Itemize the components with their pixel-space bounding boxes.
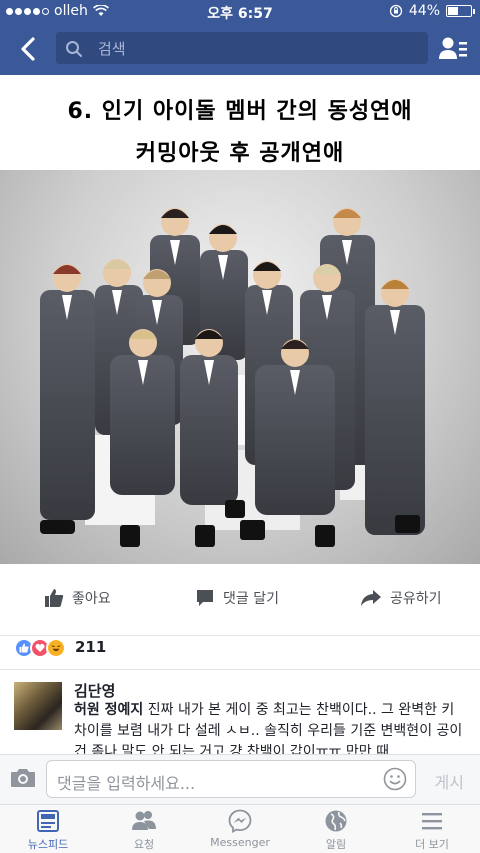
camera-icon[interactable]: [10, 767, 36, 789]
friend-requests-icon: [132, 811, 156, 830]
status-bar: olleh 오후 6:57 44%: [0, 0, 480, 22]
tagged-names[interactable]: 허원 정예지: [74, 702, 143, 718]
messenger-icon: [228, 809, 252, 833]
tab-label: 뉴스피드: [27, 838, 69, 851]
post-photo[interactable]: [0, 170, 480, 564]
avatar[interactable]: [14, 682, 62, 730]
tab-bar: 뉴스피드 요청 Messenger 알림 더 보기: [0, 804, 480, 853]
tab-more[interactable]: 더 보기: [384, 809, 480, 852]
reactions-summary[interactable]: 211: [0, 636, 480, 670]
tab-label: 알림: [325, 838, 347, 851]
comment-author[interactable]: 김단영: [74, 680, 115, 701]
tab-notifications[interactable]: 알림: [288, 809, 384, 852]
comment-item: 김단영 허원 정예지 진짜 내가 본 게이 중 최고는 찬백이다.. 그 완벽한…: [0, 670, 480, 756]
post-actions: 좋아요 댓글 달기 공유하기: [0, 564, 480, 636]
like-label: 좋아요: [72, 591, 111, 607]
battery-icon: [446, 5, 475, 17]
navigation-bar: 검색: [0, 22, 480, 75]
tab-messenger[interactable]: Messenger: [192, 809, 288, 849]
search-icon: [66, 41, 82, 57]
battery-percent: 44%: [408, 3, 440, 19]
like-button[interactable]: 좋아요: [44, 588, 111, 608]
post-caption: 6. 인기 아이돌 멤버 간의 동성연애 커밍아웃 후 공개연애: [0, 75, 480, 170]
tab-label: 요청: [133, 838, 155, 851]
group-photo-illustration: [40, 208, 425, 547]
back-icon[interactable]: [14, 34, 44, 64]
thumbs-up-icon: [45, 589, 64, 607]
menu-icon: [422, 813, 442, 830]
globe-icon: [325, 810, 347, 832]
reaction-count: 211: [75, 638, 107, 656]
haha-reaction-icon: [46, 638, 66, 658]
caption-line-1: 6. 인기 아이돌 멤버 간의 동성연애: [67, 99, 413, 124]
comment-text-block: 허원 정예지 진짜 내가 본 게이 중 최고는 찬백이다.. 그 완벽한 키 차…: [74, 700, 469, 756]
rotation-lock-icon: [389, 4, 403, 18]
comment-composer: 댓글을 입력하세요... 게시: [0, 754, 480, 804]
friends-list-icon[interactable]: [438, 35, 468, 63]
reaction-icons: [14, 638, 66, 658]
caption-line-2: 커밍아웃 후 공개연애: [135, 141, 345, 166]
tab-requests[interactable]: 요청: [96, 809, 192, 852]
comment-button[interactable]: 댓글 달기: [195, 588, 279, 608]
comment-icon: [197, 590, 213, 606]
comment-input[interactable]: 댓글을 입력하세요...: [46, 760, 416, 798]
tab-newsfeed[interactable]: 뉴스피드: [0, 809, 96, 852]
comment-label: 댓글 달기: [223, 591, 279, 607]
tab-label: 더 보기: [415, 838, 449, 851]
emoji-icon[interactable]: [383, 767, 407, 791]
post-comment-button[interactable]: 게시: [435, 769, 464, 793]
search-placeholder: 검색: [98, 40, 126, 58]
tab-label: Messenger: [210, 836, 270, 849]
comment-placeholder: 댓글을 입력하세요...: [57, 774, 196, 793]
search-input[interactable]: 검색: [56, 32, 428, 64]
share-arrow-icon: [361, 590, 381, 606]
share-button[interactable]: 공유하기: [360, 588, 442, 608]
newsfeed-icon: [37, 810, 59, 832]
share-label: 공유하기: [390, 591, 442, 607]
